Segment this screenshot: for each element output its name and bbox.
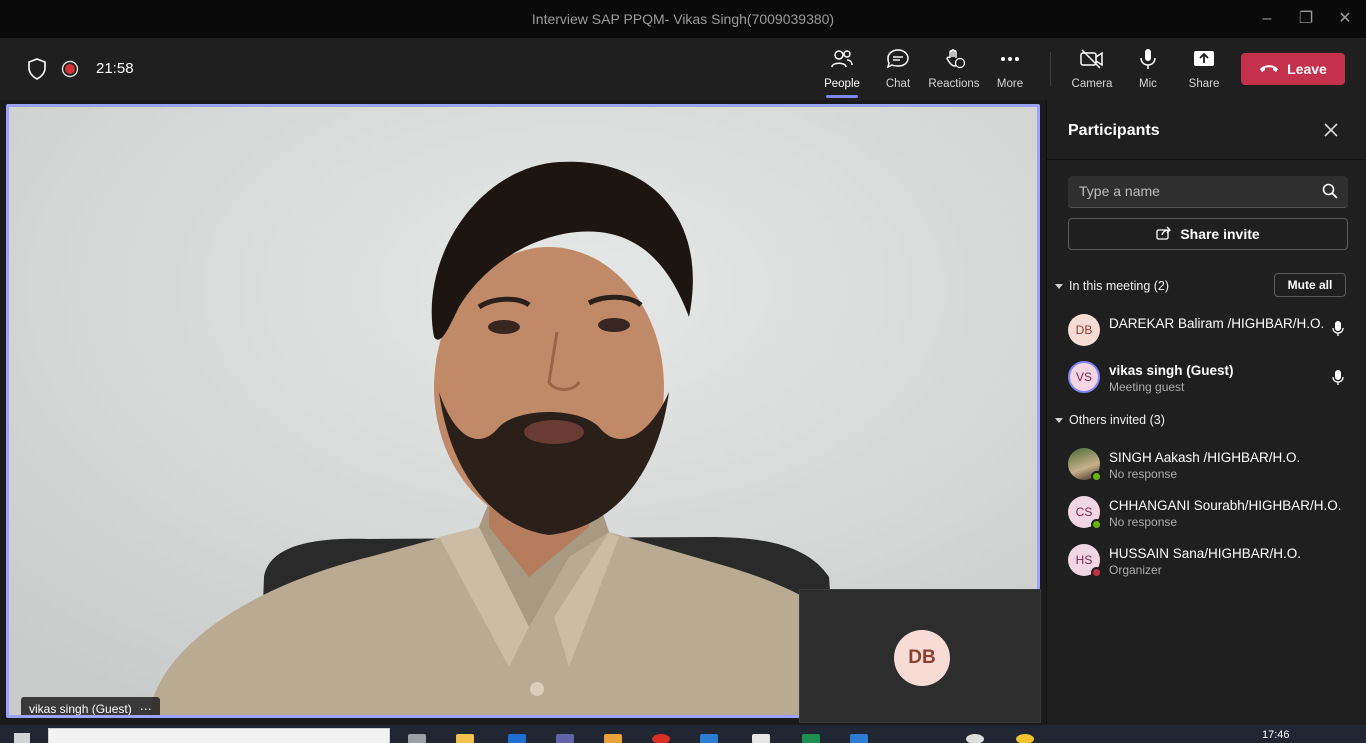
share-icon: [1176, 48, 1232, 74]
share-label: Share: [1188, 78, 1220, 90]
camera-off-icon: [1064, 48, 1120, 74]
invited-row[interactable]: HS HUSSAIN Sana/HIGHBAR/H.O. Organizer: [1068, 544, 1358, 580]
app-icon[interactable]: [700, 734, 718, 743]
invited-row[interactable]: SINGH Aakash /HIGHBAR/H.O. No response: [1068, 448, 1358, 484]
more-label: More: [996, 78, 1024, 90]
tray-icon[interactable]: [1016, 734, 1034, 743]
caret-down-icon: [1055, 283, 1063, 289]
task-view-icon[interactable]: [408, 734, 426, 743]
participant-name: DAREKAR Baliram /HIGHBAR/H.O.: [1109, 316, 1325, 331]
meeting-toolbar: 21:58 People Chat Reactions More Camera: [0, 38, 1366, 100]
tray-icon[interactable]: [966, 734, 984, 743]
in-meeting-section[interactable]: In this meeting (2): [1055, 279, 1169, 293]
phone-hangup-icon: [1259, 61, 1279, 77]
video-more-icon[interactable]: ⋯: [140, 697, 152, 715]
caret-down-icon: [1055, 417, 1063, 423]
reactions-button[interactable]: Reactions: [926, 48, 982, 94]
available-status-icon: [1091, 519, 1102, 530]
participant-subtitle: No response: [1109, 515, 1178, 529]
people-label: People: [824, 78, 860, 90]
minimize-icon[interactable]: –: [1256, 8, 1278, 30]
meeting-timer: 21:58: [96, 60, 134, 77]
participant-name: vikas singh (Guest): [1109, 363, 1234, 378]
chat-icon: [870, 48, 926, 74]
chat-button[interactable]: Chat: [870, 48, 926, 94]
close-window-icon[interactable]: ✕: [1334, 8, 1356, 30]
leave-button[interactable]: Leave: [1241, 53, 1345, 85]
others-invited-section[interactable]: Others invited (3): [1055, 413, 1165, 427]
recording-icon: [61, 60, 79, 83]
people-button[interactable]: People: [814, 48, 870, 98]
available-status-icon: [1091, 471, 1102, 482]
avatar: VS: [1068, 361, 1100, 393]
participant-subtitle: Meeting guest: [1109, 380, 1185, 394]
title-bar: Interview SAP PPQM- Vikas Singh(70090393…: [0, 0, 1366, 38]
mic-icon: [1332, 369, 1344, 392]
participant-row[interactable]: VS vikas singh (Guest) Meeting guest: [1068, 361, 1358, 397]
video-stage: vikas singh (Guest) ⋯ DB: [0, 100, 1046, 725]
camera-button[interactable]: Camera: [1064, 48, 1120, 94]
window-title: Interview SAP PPQM- Vikas Singh(70090393…: [531, 11, 835, 27]
people-icon: [814, 48, 870, 74]
camera-label: Camera: [1071, 78, 1113, 90]
more-icon: [982, 48, 1038, 74]
outlook-icon[interactable]: [508, 734, 526, 743]
app-icon[interactable]: [752, 734, 770, 743]
participant-search[interactable]: [1068, 176, 1348, 208]
share-invite-icon: [1156, 226, 1172, 243]
video-participant-name: vikas singh (Guest): [29, 702, 132, 716]
in-meeting-label: In this meeting (2): [1069, 279, 1170, 293]
windows-start-icon[interactable]: [14, 733, 30, 743]
windows-taskbar: 17:46: [0, 725, 1366, 743]
close-icon[interactable]: [1322, 121, 1340, 139]
chrome-icon[interactable]: [652, 734, 670, 743]
busy-status-icon: [1091, 567, 1102, 578]
paint-icon[interactable]: [604, 734, 622, 743]
taskbar-search-box[interactable]: [48, 728, 390, 743]
panel-header: Participants: [1047, 100, 1366, 160]
reactions-icon: [926, 48, 982, 74]
chat-label: Chat: [885, 78, 911, 90]
participant-subtitle: No response: [1109, 467, 1178, 481]
search-icon[interactable]: [1322, 183, 1338, 204]
participant-name: SINGH Aakash /HIGHBAR/H.O.: [1109, 450, 1301, 465]
restore-icon[interactable]: ❐: [1295, 8, 1317, 30]
self-view-tile[interactable]: DB: [799, 589, 1041, 723]
share-invite-label: Share invite: [1180, 226, 1260, 242]
reactions-label: Reactions: [928, 78, 980, 90]
shield-icon: [27, 58, 47, 85]
mic-icon: [1120, 48, 1176, 74]
participant-name: CHHANGANI Sourabh/HIGHBAR/H.O.: [1109, 498, 1342, 513]
panel-title: Participants: [1068, 122, 1160, 139]
participants-panel: Participants Share invite In this meetin…: [1046, 100, 1366, 725]
self-avatar: DB: [894, 630, 950, 686]
participant-row[interactable]: DB DAREKAR Baliram /HIGHBAR/H.O.: [1068, 314, 1358, 350]
leave-label: Leave: [1287, 61, 1327, 77]
word-icon[interactable]: [850, 734, 868, 743]
excel-icon[interactable]: [802, 734, 820, 743]
teams-icon[interactable]: [556, 734, 574, 743]
share-button[interactable]: Share: [1176, 48, 1232, 94]
avatar: DB: [1068, 314, 1100, 346]
video-name-tag[interactable]: vikas singh (Guest) ⋯: [21, 697, 160, 716]
invited-row[interactable]: CS CHHANGANI Sourabh/HIGHBAR/H.O. No res…: [1068, 496, 1358, 532]
participant-subtitle: Organizer: [1109, 563, 1162, 577]
others-invited-label: Others invited (3): [1069, 413, 1165, 427]
taskbar-clock[interactable]: 17:46: [1262, 729, 1290, 741]
mic-icon: [1332, 320, 1344, 343]
file-explorer-icon[interactable]: [456, 734, 474, 743]
share-invite-button[interactable]: Share invite: [1068, 218, 1348, 250]
more-button[interactable]: More: [982, 48, 1038, 94]
mic-button[interactable]: Mic: [1120, 48, 1176, 94]
mute-all-button[interactable]: Mute all: [1274, 273, 1346, 297]
participant-name: HUSSAIN Sana/HIGHBAR/H.O.: [1109, 546, 1302, 561]
search-input[interactable]: [1068, 176, 1308, 206]
mic-label: Mic: [1139, 78, 1157, 90]
toolbar-divider: [1050, 52, 1051, 86]
